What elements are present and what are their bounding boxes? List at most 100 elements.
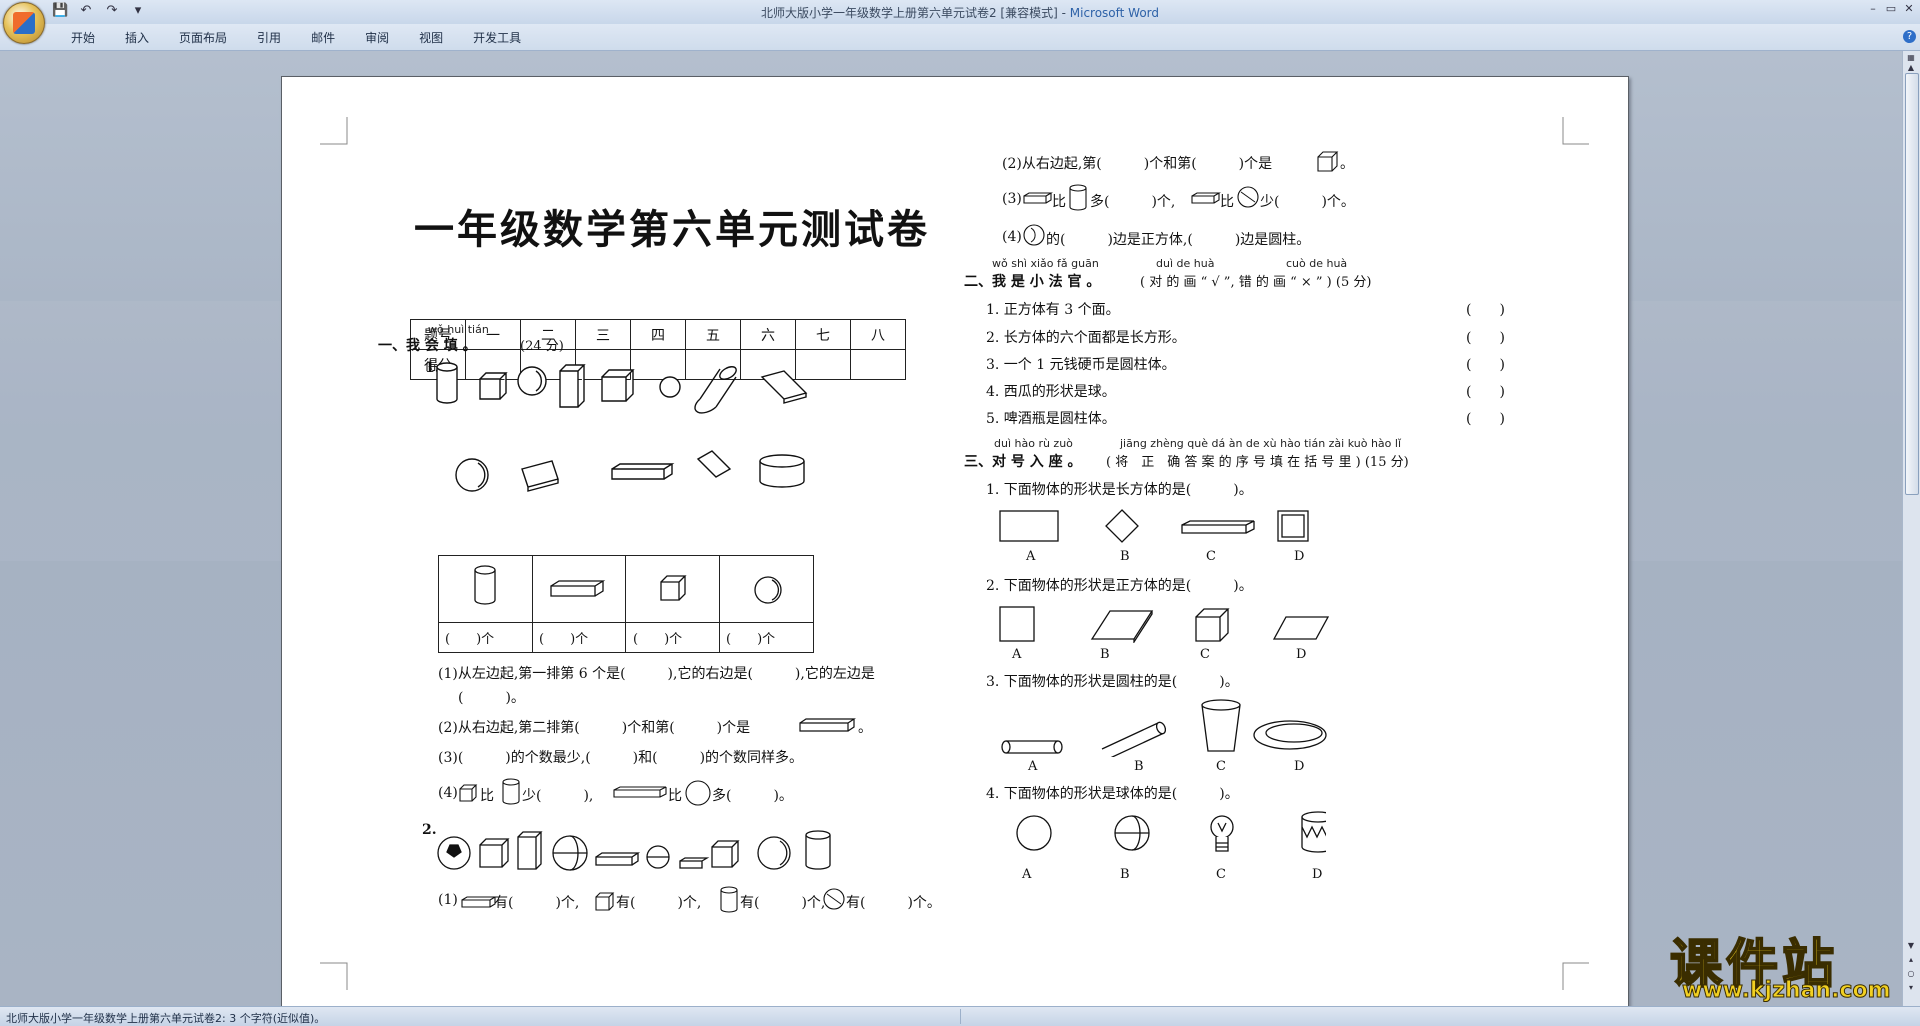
judge-item: 3. 一个 1 元钱硬币是圆柱体。 — [986, 357, 1176, 373]
crop-mark-top-left — [320, 117, 348, 145]
tab-insert[interactable]: 插入 — [114, 29, 160, 46]
crop-mark-bottom-left — [320, 962, 348, 990]
office-button[interactable] — [3, 2, 45, 44]
tab-view[interactable]: 视图 — [408, 29, 454, 46]
title-bar: 💾 ↶ ↷ ▾ 北师大版小学一年级数学上册第六单元试卷2 [兼容模式] - Mi… — [0, 0, 1920, 24]
judge-answer[interactable]: ( ) — [1466, 354, 1505, 374]
sec3-pinyin-1: duì hào rù zuò — [994, 437, 1073, 450]
tab-developer[interactable]: 开发工具 — [462, 29, 532, 46]
sec1-heading: 一、我 会 填 。 — [378, 338, 477, 354]
sec2-instruction: ( 对 的 画 “ √ ”, 错 的 画 “ × ” ) (5 分) — [1140, 275, 1372, 290]
crop-mark-bottom-right — [1562, 962, 1589, 990]
sec3-pinyin-2: jiāng zhèng què dá àn de xù hào tián zài… — [1120, 437, 1402, 450]
count-cell[interactable]: ( )个 — [633, 628, 682, 647]
choice-q4: 4. 下面物体的形状是球体的是( )。 — [986, 786, 1239, 802]
cube-inline-icon — [1317, 151, 1339, 172]
option-label: C — [1216, 759, 1226, 774]
watermark-logo: 课件站 www.kjzhan.com — [1660, 918, 1920, 1006]
choice-q1: 1. 下面物体的形状是长方体的是( )。 — [986, 482, 1253, 498]
q2-1-label: (1) — [438, 892, 458, 908]
score-header-cell: 八 — [850, 319, 906, 350]
document-page[interactable]: 一年级数学第六单元测试卷 题号 一 二 三 四 五 六 七 八 得分 wǒ hu… — [281, 76, 1629, 1008]
score-header-cell: 六 — [740, 319, 796, 350]
cylinder-inline-icon — [720, 886, 738, 913]
q1-1-line-b: ( )。 — [458, 690, 525, 706]
count-cell[interactable]: ( )个 — [726, 628, 775, 647]
score-header-cell: 三 — [575, 319, 631, 350]
help-icon[interactable]: ? — [1903, 30, 1916, 43]
sec2-pinyin-1: wǒ shì xiǎo fǎ guān — [992, 257, 1099, 270]
count-cell[interactable]: ( )个 — [445, 628, 494, 647]
q1-4-b: 比 — [480, 788, 494, 804]
q1-1-line-a: (1)从左边起,第一排第 6 个是( ),它的右边是( ),它的左边是 — [438, 666, 875, 682]
window-title: 北师大版小学一年级数学上册第六单元试卷2 [兼容模式] - Microsoft … — [0, 4, 1920, 21]
right-q2-end: 。 — [1340, 156, 1354, 172]
option-label: A — [1028, 759, 1038, 774]
option-label: A — [1012, 647, 1022, 662]
count-table: ( )个 ( )个 ( )个 ( )个 — [438, 555, 814, 653]
judge-answer[interactable]: ( ) — [1466, 408, 1505, 428]
option-label: D — [1296, 647, 1307, 662]
window-controls: – ▭ ✕ — [1866, 2, 1916, 15]
tab-review[interactable]: 审阅 — [354, 29, 400, 46]
restore-icon[interactable]: ▭ — [1884, 2, 1898, 15]
choice-q3-options — [1001, 699, 1327, 757]
sec3-instruction: ( 将 正 确 答 案 的 序 号 填 在 括 号 里 ) (15 分) — [1106, 455, 1409, 470]
cylinder-inline-icon — [502, 778, 520, 805]
cylinder-inline-icon — [1069, 184, 1087, 211]
right-q3-b: 比 — [1052, 194, 1066, 210]
tab-home[interactable]: 开始 — [60, 29, 106, 46]
minimize-icon[interactable]: – — [1866, 2, 1880, 15]
sphere-inline-icon — [1023, 224, 1045, 246]
tab-mailings[interactable]: 邮件 — [300, 29, 346, 46]
slab-inline-icon — [799, 718, 856, 732]
status-separator — [960, 1009, 961, 1024]
q2-1-b: 有( )个, — [616, 895, 702, 911]
q1-4-e: 多( )。 — [712, 788, 793, 804]
sec2-pinyin-2: duì de huà — [1156, 257, 1215, 270]
q1-shapes-illustration — [436, 362, 808, 492]
vertical-scrollbar[interactable]: ▦ ▲ ▼ ▴ ○ ▾ — [1902, 51, 1920, 1006]
right-q3-a: (3) — [1002, 191, 1022, 207]
q2-number: 2. — [422, 822, 437, 838]
tab-references[interactable]: 引用 — [246, 29, 292, 46]
right-q4-b: 的( )边是正方体,( )边是圆柱。 — [1046, 232, 1311, 248]
judge-answer[interactable]: ( ) — [1466, 381, 1505, 401]
office-logo-icon — [13, 12, 35, 34]
judge-answer[interactable]: ( ) — [1466, 299, 1505, 319]
judge-item: 2. 长方体的六个面都是长方形。 — [986, 330, 1186, 346]
option-label: A — [1022, 867, 1032, 882]
score-header-cell: 四 — [630, 319, 686, 350]
option-label: D — [1294, 759, 1305, 774]
judge-item: 1. 正方体有 3 个面。 — [986, 302, 1120, 318]
right-q2-text: (2)从右边起,第( )个和第( )个是 — [1002, 156, 1273, 172]
judge-item: 4. 西瓜的形状是球。 — [986, 384, 1116, 400]
option-label: C — [1206, 549, 1216, 564]
q2-shapes-illustration — [437, 830, 831, 871]
right-q3-c: 多( )个, — [1090, 194, 1176, 210]
cube-inline-icon — [595, 892, 615, 911]
right-q3-e: 少( )个。 — [1260, 194, 1355, 210]
ribbon-tabs-bar: 开始 插入 页面布局 引用 邮件 审阅 视图 开发工具 ? — [0, 24, 1920, 51]
scrollbar-thumb[interactable] — [1905, 73, 1919, 495]
judge-answer[interactable]: ( ) — [1466, 327, 1505, 347]
q1-2-end: 。 — [858, 720, 872, 736]
app-title: Microsoft Word — [1069, 6, 1160, 20]
option-label: B — [1134, 759, 1144, 774]
tab-page-layout[interactable]: 页面布局 — [168, 29, 238, 46]
count-table-divider — [439, 622, 813, 623]
status-bar: 北师大版小学一年级数学上册第六单元试卷2: 3 个字符(近似值)。 — [0, 1006, 1920, 1026]
page-title: 一年级数学第六单元测试卷 — [414, 206, 930, 253]
slab-inline-icon — [1023, 192, 1053, 204]
option-label: D — [1312, 867, 1323, 882]
q1-3-text: (3)( )的个数最少,( )和( )的个数同样多。 — [438, 750, 804, 766]
ribbon-tabs: 开始 插入 页面布局 引用 邮件 审阅 视图 开发工具 — [60, 29, 540, 46]
sec1-points: (24 分) — [520, 339, 564, 354]
score-header-cell: 七 — [795, 319, 851, 350]
count-cell[interactable]: ( )个 — [539, 628, 588, 647]
right-q3-d: 比 — [1220, 194, 1234, 210]
cube-inline-icon — [459, 784, 478, 802]
close-icon[interactable]: ✕ — [1902, 2, 1916, 15]
right-q4-a: (4) — [1002, 229, 1022, 245]
choice-q1-options — [999, 509, 1309, 543]
